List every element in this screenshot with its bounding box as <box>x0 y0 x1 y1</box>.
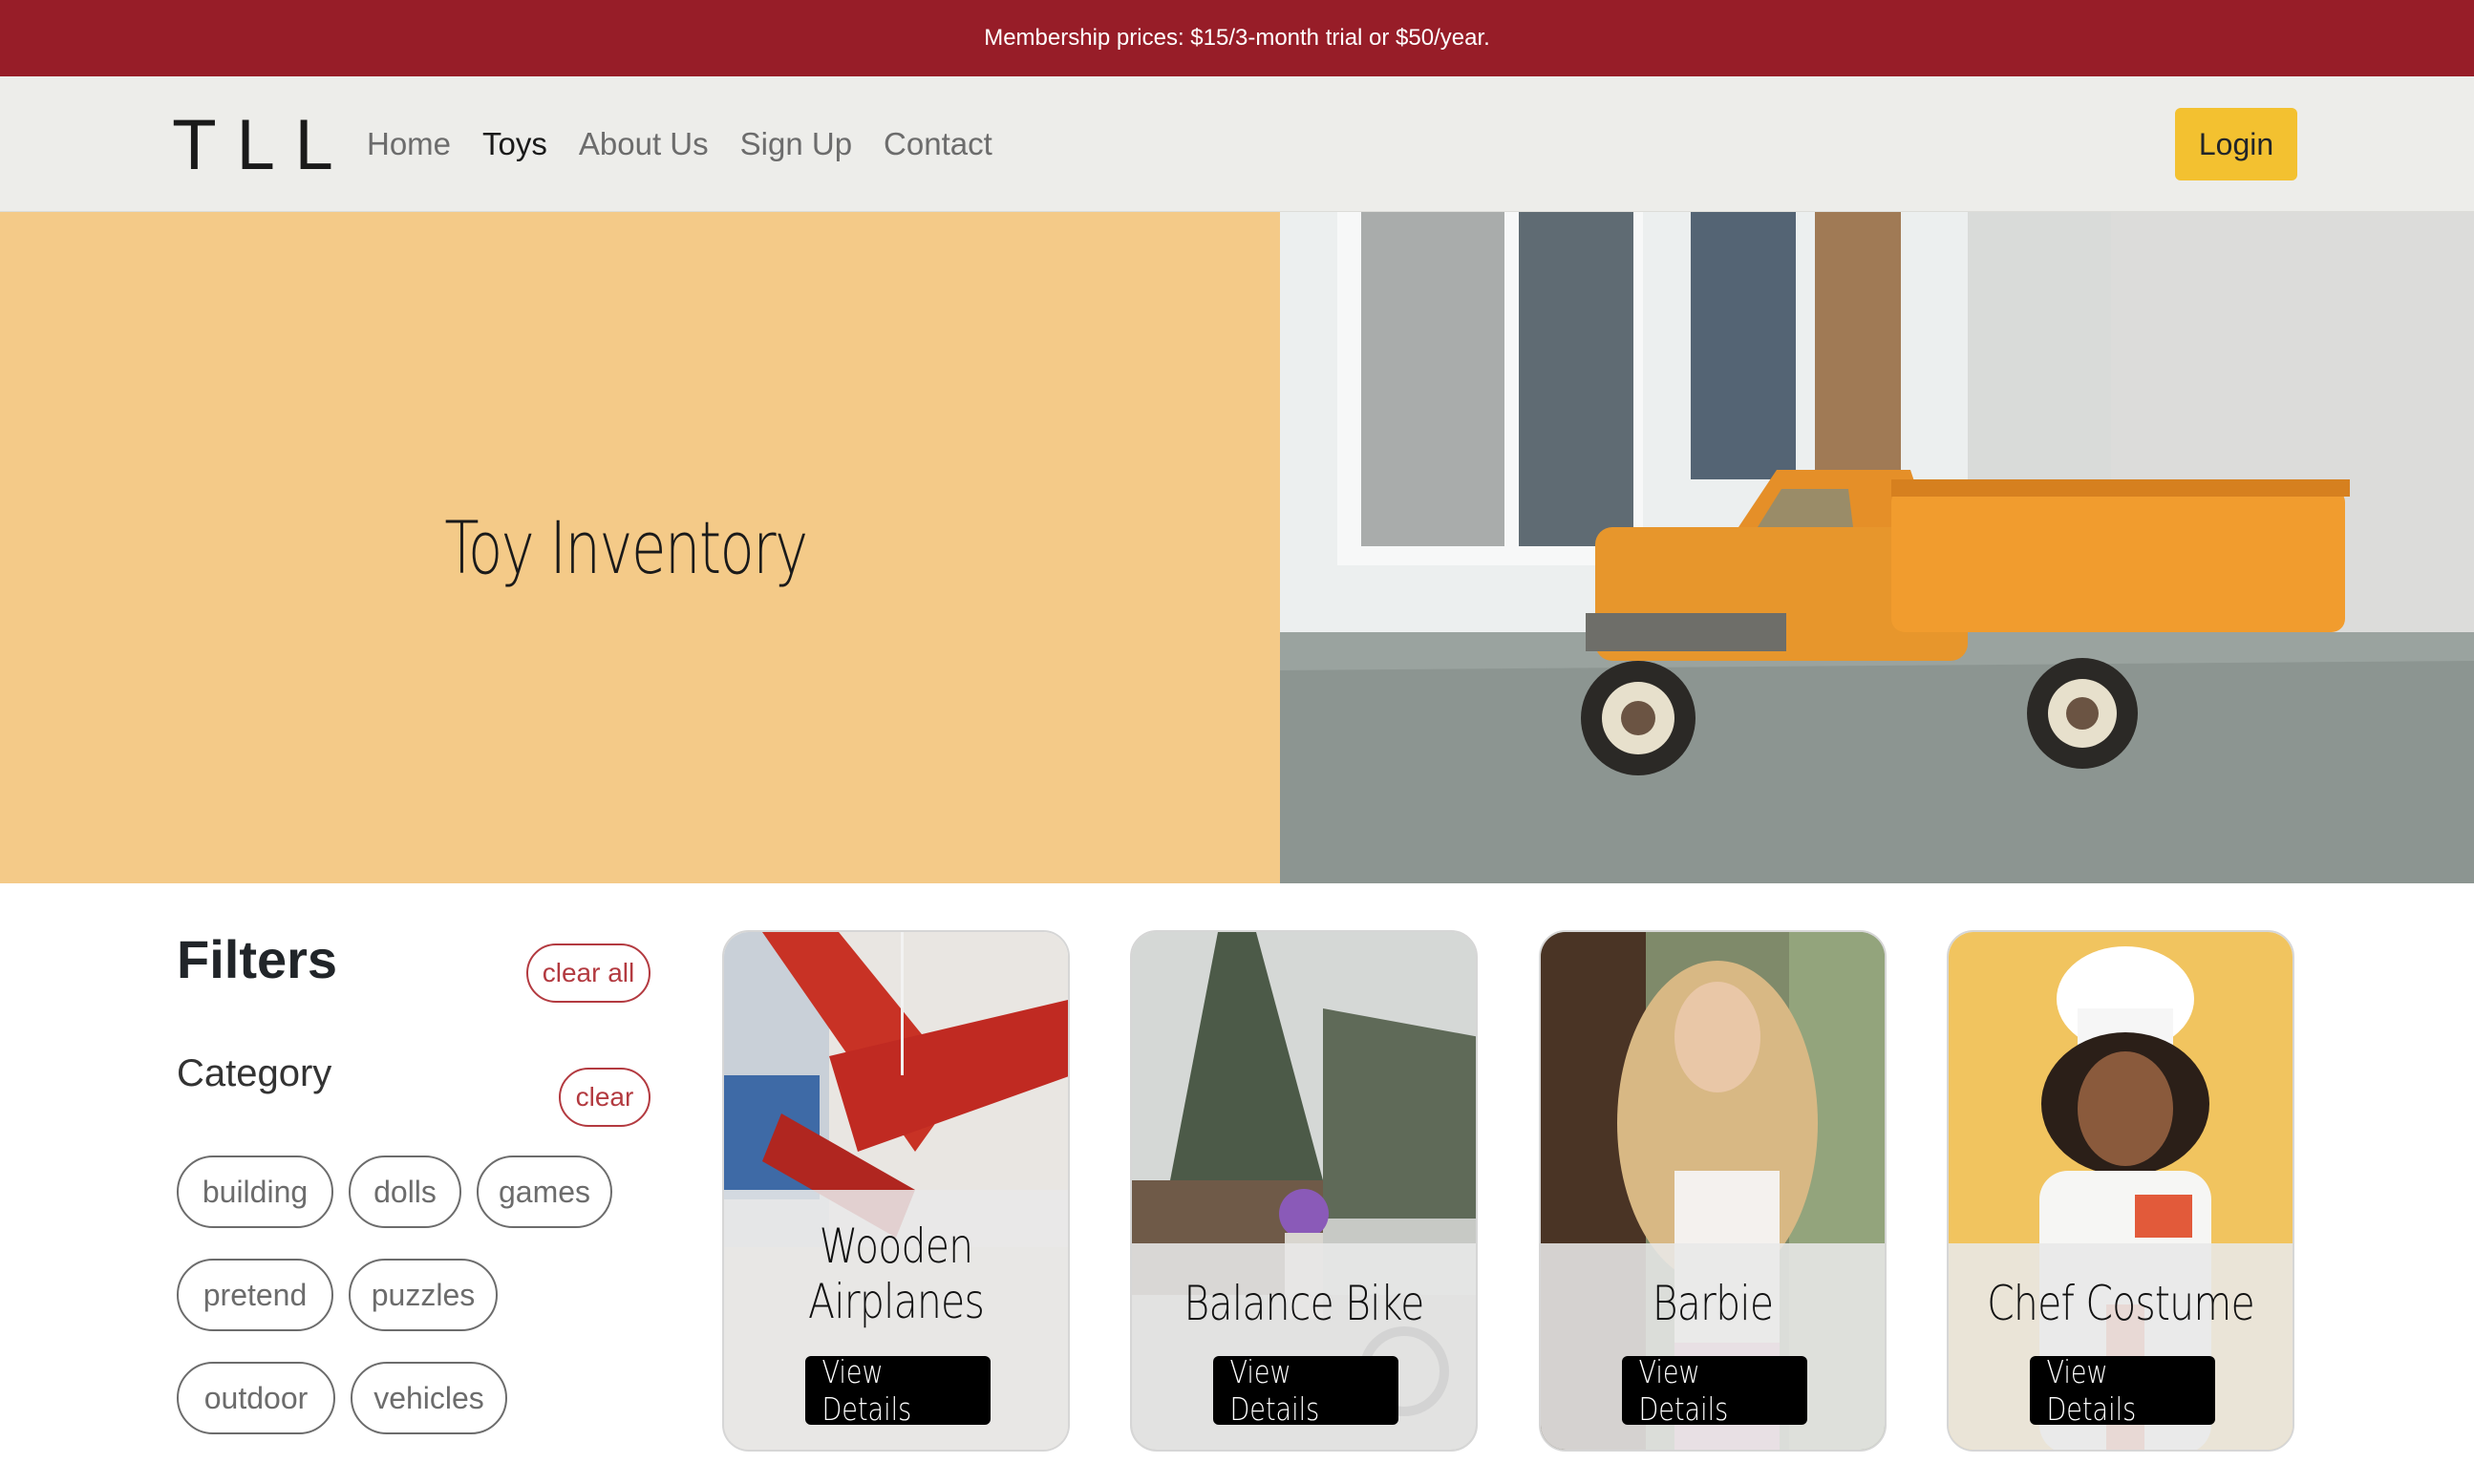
view-details-label: View Details <box>1229 1353 1320 1428</box>
toy-truck-photo <box>1280 212 2474 883</box>
nav-link-home[interactable]: Home <box>367 126 451 162</box>
view-details-label: View Details <box>821 1353 912 1428</box>
announcement-text: Membership prices: $15/3-month trial or … <box>984 25 1490 51</box>
view-details-button[interactable]: View Details <box>1622 1353 1807 1428</box>
view-details-button[interactable]: View Details <box>805 1353 991 1428</box>
filter-tag-puzzles[interactable]: puzzles <box>349 1259 498 1331</box>
nav-link-contact[interactable]: Contact <box>884 126 992 162</box>
clear-category-button[interactable]: clear <box>559 1068 650 1127</box>
clear-all-button[interactable]: clear all <box>526 943 650 1003</box>
hero-title: Toy Inventory <box>444 505 808 590</box>
toy-card-barbie[interactable]: Barbie View Details <box>1539 930 1887 1452</box>
announcement-bar: Membership prices: $15/3-month trial or … <box>0 0 2474 76</box>
filter-tag-vehicles[interactable]: vehicles <box>351 1362 507 1434</box>
toy-card-wooden-airplanes[interactable]: Wooden Airplanes View Details <box>722 930 1070 1452</box>
filter-tag-games[interactable]: games <box>477 1155 612 1228</box>
card-title: Balance Bike <box>1184 1276 1424 1331</box>
filter-tag-pretend[interactable]: pretend <box>177 1259 333 1331</box>
card-title: Barbie <box>1652 1276 1774 1331</box>
toy-card-balance-bike[interactable]: Balance Bike View Details <box>1130 930 1478 1452</box>
card-title: Wooden Airplanes <box>755 1219 1036 1329</box>
view-details-label: View Details <box>2046 1353 2137 1428</box>
view-details-button[interactable]: View Details <box>2030 1353 2215 1428</box>
hero-image <box>1280 212 2474 883</box>
nav-links: Home Toys About Us Sign Up Contact <box>367 76 1024 211</box>
view-details-button[interactable]: View Details <box>1213 1353 1398 1428</box>
filters-title: Filters <box>177 929 338 989</box>
card-title: Chef Costume <box>1987 1276 2255 1331</box>
nav-link-sign-up[interactable]: Sign Up <box>740 126 852 162</box>
category-title: Category <box>177 1052 332 1094</box>
card-title-line-1: Wooden <box>819 1219 973 1274</box>
nav-link-about-us[interactable]: About Us <box>579 126 709 162</box>
card-title-line-2: Airplanes <box>807 1274 985 1329</box>
toy-card-chef-costume[interactable]: Chef Costume View Details <box>1947 930 2294 1452</box>
hero-banner: Toy Inventory <box>0 212 1280 883</box>
filter-tag-dolls[interactable]: dolls <box>349 1155 461 1228</box>
filter-tag-building[interactable]: building <box>177 1155 333 1228</box>
login-button[interactable]: Login <box>2175 108 2297 180</box>
logo[interactable]: TLL <box>174 105 352 187</box>
filter-tag-outdoor[interactable]: outdoor <box>177 1362 335 1434</box>
view-details-label: View Details <box>1638 1353 1729 1428</box>
nav-link-toys[interactable]: Toys <box>482 126 547 162</box>
navbar: TLL Home Toys About Us Sign Up Contact L… <box>0 76 2474 212</box>
